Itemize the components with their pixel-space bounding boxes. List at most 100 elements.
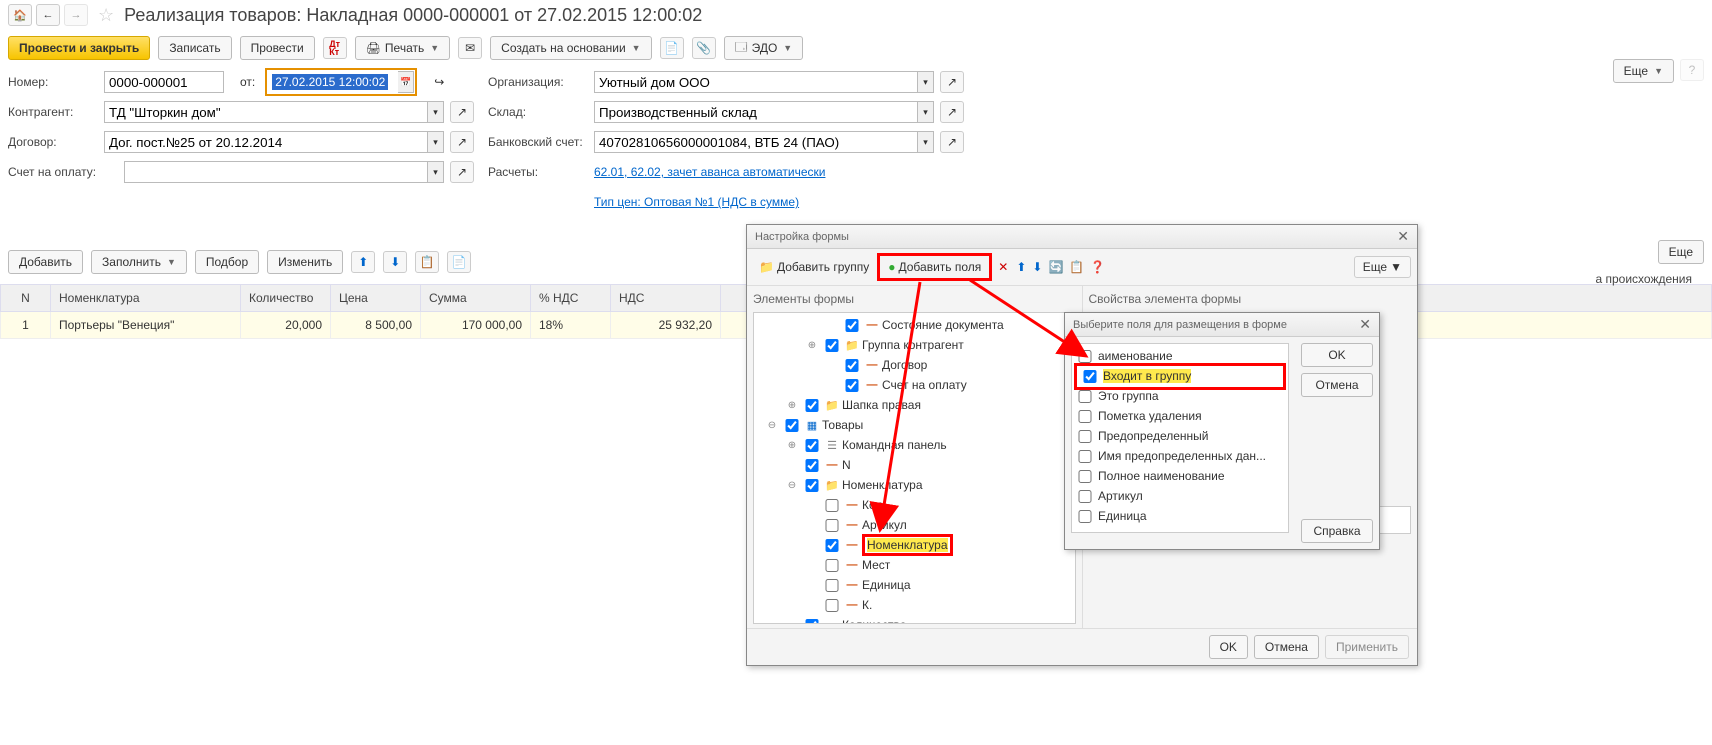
tree-item[interactable]: ⊖📁Номенклатура — [756, 475, 1073, 495]
list-item[interactable]: Входит в группу — [1074, 366, 1286, 386]
dropdown-icon[interactable]: ▾ — [918, 71, 934, 93]
refresh-icon[interactable]: ↪ — [427, 71, 451, 93]
checkbox[interactable] — [1083, 370, 1097, 383]
edo-button[interactable]: 🗔 ЭДО▼ — [724, 36, 804, 60]
delete-icon[interactable]: ✕ — [998, 260, 1008, 274]
tree-item[interactable]: —Договор — [756, 355, 1073, 375]
copy-icon[interactable]: 📋 — [1069, 260, 1084, 274]
sklad-input[interactable] — [594, 101, 918, 123]
bank-input[interactable] — [594, 131, 918, 153]
list-item[interactable]: Предопределенный — [1074, 426, 1286, 446]
save-button[interactable]: Записать — [158, 36, 231, 60]
tree-item[interactable]: —Состояние документа — [756, 315, 1073, 335]
open-icon[interactable]: ↗ — [940, 71, 964, 93]
attach-icon[interactable]: 📎 — [692, 37, 716, 59]
dropdown-icon[interactable]: ▾ — [428, 161, 444, 183]
checkbox[interactable] — [845, 359, 859, 372]
checkbox[interactable] — [825, 599, 839, 612]
back-icon[interactable]: ← — [36, 4, 60, 26]
add-group-button[interactable]: 📁 Добавить группу — [753, 257, 875, 277]
list-item[interactable]: Имя предопределенных дан... — [1074, 446, 1286, 466]
home-icon[interactable]: 🏠 — [8, 4, 32, 26]
checkbox[interactable] — [825, 519, 839, 532]
checkbox[interactable] — [785, 419, 799, 432]
tree-item[interactable]: —Единица — [756, 575, 1073, 595]
tree-item[interactable]: ⊕📁Шапка правая — [756, 395, 1073, 415]
ok-button[interactable]: OK — [1209, 635, 1248, 659]
up-icon[interactable]: ⬆ — [1016, 260, 1026, 274]
expand-icon[interactable]: ⊖ — [786, 480, 798, 491]
tree-item[interactable]: —Счет на оплату — [756, 375, 1073, 395]
open-icon[interactable]: ↗ — [450, 161, 474, 183]
expand-icon[interactable]: ⊕ — [806, 340, 818, 351]
list-item[interactable]: Единица — [1074, 506, 1286, 526]
dropdown-icon[interactable]: ▾ — [428, 131, 444, 153]
checkbox[interactable] — [1078, 430, 1092, 443]
tree-item[interactable]: —Номенклатура — [756, 535, 1073, 555]
list-item[interactable]: Пометка удаления — [1074, 406, 1286, 426]
list-item[interactable]: Полное наименование — [1074, 466, 1286, 486]
close-icon[interactable]: ✕ — [1359, 316, 1371, 333]
dtkt-icon[interactable]: ДтКт — [323, 37, 347, 59]
open-icon[interactable]: ↗ — [450, 101, 474, 123]
open-icon[interactable]: ↗ — [450, 131, 474, 153]
checkbox[interactable] — [1078, 510, 1092, 523]
help-button[interactable]: Справка — [1301, 519, 1373, 543]
checkbox[interactable] — [1078, 350, 1092, 363]
tree-item[interactable]: —Артикул — [756, 515, 1073, 535]
checkbox[interactable] — [825, 339, 839, 352]
checkbox[interactable] — [825, 559, 839, 572]
calendar-icon[interactable]: 📅 — [398, 71, 414, 93]
down-icon[interactable]: ⬇ — [1032, 260, 1042, 274]
checkbox[interactable] — [1078, 410, 1092, 423]
price-type-link[interactable]: Тип цен: Оптовая №1 (НДС в сумме) — [594, 195, 799, 209]
more-button[interactable]: Еще▼ — [1613, 59, 1674, 83]
checkbox[interactable] — [805, 619, 819, 625]
open-icon[interactable]: ↗ — [940, 131, 964, 153]
dropdown-icon[interactable]: ▾ — [918, 131, 934, 153]
tree-item[interactable]: —К. — [756, 595, 1073, 615]
add-button[interactable]: Добавить — [8, 250, 83, 274]
post-close-button[interactable]: Провести и закрыть — [8, 36, 150, 60]
pick-button[interactable]: Подбор — [195, 250, 259, 274]
help-icon[interactable]: ? — [1680, 59, 1704, 81]
copy-icon[interactable]: 📋 — [415, 251, 439, 273]
open-icon[interactable]: ↗ — [940, 101, 964, 123]
fields-list[interactable]: аименованиеВходит в группуЭто группаПоме… — [1071, 343, 1289, 533]
contract-input[interactable] — [104, 131, 428, 153]
report-icon[interactable]: 📄 — [660, 37, 684, 59]
fill-button[interactable]: Заполнить▼ — [91, 250, 187, 274]
ok-button[interactable]: OK — [1301, 343, 1373, 367]
checkbox[interactable] — [845, 379, 859, 392]
tree-item[interactable]: —Код — [756, 495, 1073, 515]
invoice-input[interactable] — [124, 161, 428, 183]
org-input[interactable] — [594, 71, 918, 93]
checkbox[interactable] — [1078, 490, 1092, 503]
move-up-icon[interactable]: ⬆ — [351, 251, 375, 273]
checkbox[interactable] — [825, 579, 839, 592]
checkbox[interactable] — [805, 399, 819, 412]
expand-icon[interactable]: ⊕ — [786, 400, 798, 411]
print-button[interactable]: 🖨 Печать▼ — [355, 36, 450, 60]
more-button-2[interactable]: Еще — [1658, 240, 1704, 264]
elements-tree[interactable]: —Состояние документа⊕📁Группа контрагент—… — [753, 312, 1076, 624]
help-icon[interactable]: ❓ — [1090, 260, 1105, 274]
checkbox[interactable] — [1078, 450, 1092, 463]
paste-icon[interactable]: 📄 — [447, 251, 471, 273]
dropdown-icon[interactable]: ▾ — [918, 101, 934, 123]
tree-item[interactable]: —N — [756, 455, 1073, 475]
checkbox[interactable] — [1078, 470, 1092, 483]
move-down-icon[interactable]: ⬇ — [383, 251, 407, 273]
contragent-input[interactable] — [104, 101, 428, 123]
cancel-button[interactable]: Отмена — [1301, 373, 1373, 397]
close-icon[interactable]: ✕ — [1397, 228, 1409, 245]
calc-link[interactable]: 62.01, 62.02, зачет аванса автоматически — [594, 165, 825, 179]
checkbox[interactable] — [1078, 390, 1092, 403]
tree-item[interactable]: —Количество — [756, 615, 1073, 624]
checkbox[interactable] — [805, 439, 819, 452]
tree-item[interactable]: ⊖▦Товары — [756, 415, 1073, 435]
post-button[interactable]: Провести — [240, 36, 315, 60]
checkbox[interactable] — [825, 499, 839, 512]
edit-button[interactable]: Изменить — [267, 250, 343, 274]
checkbox[interactable] — [845, 319, 859, 332]
